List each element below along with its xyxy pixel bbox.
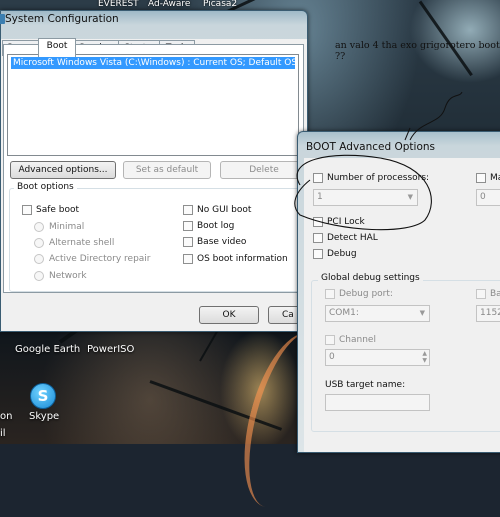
ok-button[interactable]: OK xyxy=(199,306,259,324)
debug-port-value: COM1: xyxy=(329,308,359,318)
detect-hal-checkbox[interactable] xyxy=(313,233,323,243)
annotation-text: an valo 4 tha exo grigorotero boot ?? xyxy=(335,40,500,62)
active-directory-repair-label: Active Directory repair xyxy=(49,254,151,264)
memory-value: 0 xyxy=(480,192,486,202)
os-list[interactable]: Microsoft Windows Vista (C:\Windows) : C… xyxy=(7,54,299,156)
baud-rate-label: Ba xyxy=(490,289,500,299)
desktop-label-picasa2[interactable]: Picasa2 xyxy=(203,0,237,9)
channel-value: 0 xyxy=(329,352,335,362)
desktop-icon-google-earth[interactable]: Google Earth xyxy=(15,344,80,355)
no-gui-boot-label: No GUI boot xyxy=(197,205,252,215)
advanced-options-button[interactable]: Advanced options... xyxy=(10,161,116,179)
tab-boot[interactable]: Boot xyxy=(38,38,76,57)
usb-target-name-field[interactable] xyxy=(325,394,430,411)
desktop-icon-poweriso[interactable]: PowerISO xyxy=(87,344,134,355)
active-directory-repair-radio[interactable] xyxy=(34,254,44,264)
set-as-default-button[interactable]: Set as default xyxy=(123,161,211,179)
channel-checkbox[interactable] xyxy=(325,335,335,345)
processors-dropdown[interactable]: 1 ▼ xyxy=(313,189,418,206)
safe-boot-label: Safe boot xyxy=(36,205,80,215)
baud-rate-field[interactable]: 1152 xyxy=(476,305,500,322)
debug-label: Debug xyxy=(327,249,357,259)
no-gui-boot-checkbox[interactable] xyxy=(183,205,193,215)
processors-value: 1 xyxy=(317,192,323,202)
stepper-arrows-icon[interactable]: ▲ ▼ xyxy=(422,350,427,364)
minimal-radio[interactable] xyxy=(34,222,44,232)
desktop-label-everest[interactable]: EVEREST xyxy=(98,0,139,9)
baud-rate-checkbox[interactable] xyxy=(476,289,486,299)
skype-icon[interactable]: S xyxy=(30,383,56,409)
minimal-label: Minimal xyxy=(49,222,85,232)
desktop-icon-partial-label-2[interactable]: il xyxy=(0,428,6,439)
debug-port-dropdown[interactable]: COM1: ▼ xyxy=(325,305,430,322)
channel-stepper[interactable]: 0 ▲ ▼ xyxy=(325,349,430,366)
debug-port-label: Debug port: xyxy=(339,289,393,299)
number-of-processors-label: Number of processors: xyxy=(327,173,430,183)
pci-lock-label: PCI Lock xyxy=(327,217,365,227)
window-title: System Configuration xyxy=(5,13,119,25)
advanced-window-title: BOOT Advanced Options xyxy=(306,141,436,153)
baud-rate-value: 1152 xyxy=(480,308,500,318)
base-video-label: Base video xyxy=(197,237,247,247)
safe-boot-checkbox[interactable] xyxy=(22,205,32,215)
boot-options-label: Boot options xyxy=(14,182,77,192)
alternate-shell-label: Alternate shell xyxy=(49,238,115,248)
desktop-icon-partial-label[interactable]: on xyxy=(0,411,12,422)
debug-checkbox[interactable] xyxy=(313,249,323,259)
maximum-memory-label: Ma xyxy=(490,173,500,183)
chevron-down-icon: ▼ xyxy=(419,309,425,317)
network-label: Network xyxy=(49,271,87,281)
boot-log-checkbox[interactable] xyxy=(183,221,193,231)
base-video-checkbox[interactable] xyxy=(183,237,193,247)
number-of-processors-checkbox[interactable] xyxy=(313,173,323,183)
os-list-item[interactable]: Microsoft Windows Vista (C:\Windows) : C… xyxy=(11,57,295,69)
delete-button[interactable]: Delete xyxy=(220,161,308,179)
boot-log-label: Boot log xyxy=(197,221,235,231)
desktop-label-ad-aware[interactable]: Ad-Aware xyxy=(148,0,190,9)
os-boot-information-label: OS boot information xyxy=(197,254,288,264)
alternate-shell-radio[interactable] xyxy=(34,238,44,248)
global-debug-settings-label: Global debug settings xyxy=(318,273,423,283)
network-radio[interactable] xyxy=(34,271,44,281)
maximum-memory-field[interactable]: 0 xyxy=(476,189,500,206)
maximum-memory-checkbox[interactable] xyxy=(476,173,486,183)
os-boot-information-checkbox[interactable] xyxy=(183,254,193,264)
detect-hal-label: Detect HAL xyxy=(327,233,378,243)
chevron-down-icon: ▼ xyxy=(407,193,413,201)
debug-port-checkbox[interactable] xyxy=(325,289,335,299)
desktop-icon-skype-label[interactable]: Skype xyxy=(29,411,59,422)
usb-target-name-label: USB target name: xyxy=(325,380,406,390)
pci-lock-checkbox[interactable] xyxy=(313,217,323,227)
channel-label: Channel xyxy=(339,335,376,345)
